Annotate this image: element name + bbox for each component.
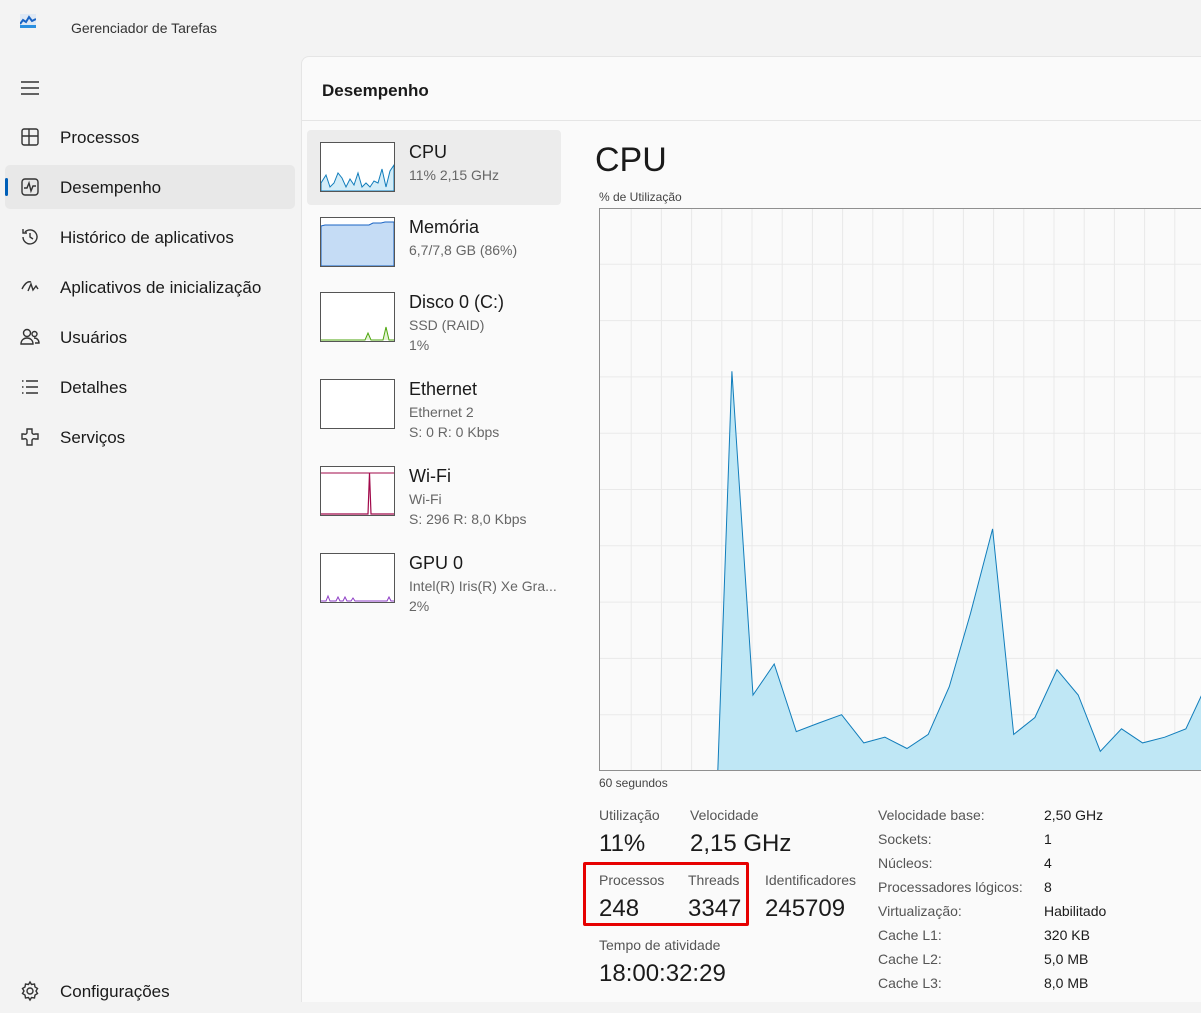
sidebar-item-label: Detalhes <box>60 378 127 398</box>
selection-indicator <box>5 178 8 196</box>
resource-name: Memória <box>409 217 479 238</box>
resource-name: Disco 0 (C:) <box>409 292 504 313</box>
cpu-area-fill <box>599 371 1201 771</box>
wifi-thumbnail-graph <box>320 466 395 516</box>
sidebar: Processos Desempenho Histórico de aplica… <box>0 56 300 1001</box>
cpu-usage-line <box>599 371 1201 771</box>
spec-value: 1 <box>1044 831 1052 847</box>
processes-value: 248 <box>599 895 639 923</box>
main-panel: Desempenho CPU 11% 2,15 GHz Memória 6,7/… <box>301 56 1201 1002</box>
gpu-thumbnail-graph <box>320 553 395 603</box>
spec-label: Cache L1: <box>878 927 942 943</box>
resource-detail: Ethernet 2 <box>409 404 474 420</box>
spec-label: Virtualização: <box>878 903 962 919</box>
spec-label: Sockets: <box>878 831 932 847</box>
app-title: Gerenciador de Tarefas <box>71 20 217 36</box>
resource-detail: 11% 2,15 GHz <box>409 167 499 183</box>
sidebar-item-servicos[interactable]: Serviços <box>5 415 295 459</box>
resource-detail: 6,7/7,8 GB (86%) <box>409 242 517 258</box>
resource-name: Wi-Fi <box>409 466 451 487</box>
sidebar-item-label: Desempenho <box>60 178 161 198</box>
sidebar-item-label: Processos <box>60 128 139 148</box>
utilization-value: 11% <box>599 830 645 858</box>
history-icon <box>19 226 41 248</box>
services-icon <box>19 426 41 448</box>
sidebar-item-label: Serviços <box>60 428 125 448</box>
gear-icon <box>19 980 41 1002</box>
sidebar-item-label: Aplicativos de inicialização <box>60 278 261 298</box>
resource-item-memoria[interactable]: Memória 6,7/7,8 GB (86%) <box>307 205 561 280</box>
resource-item-cpu[interactable]: CPU 11% 2,15 GHz <box>307 130 561 205</box>
spec-value: 4 <box>1044 855 1052 871</box>
uptime-value: 18:00:32:29 <box>599 960 726 988</box>
resource-item-gpu[interactable]: GPU 0 Intel(R) Iris(R) Xe Gra... 2% <box>307 541 561 616</box>
threads-label: Threads <box>688 872 739 888</box>
resource-detail: S: 0 R: 0 Kbps <box>409 424 499 440</box>
memory-thumbnail-graph <box>320 217 395 267</box>
processes-label: Processos <box>599 872 664 888</box>
resource-detail: SSD (RAID) <box>409 317 484 333</box>
spec-value: Habilitado <box>1044 903 1106 919</box>
sidebar-item-label: Configurações <box>60 982 170 1002</box>
resource-item-ethernet[interactable]: Ethernet Ethernet 2 S: 0 R: 0 Kbps <box>307 367 561 442</box>
spec-value: 8 <box>1044 879 1052 895</box>
graph-time-label: 60 segundos <box>599 776 668 790</box>
sidebar-item-inicializacao[interactable]: Aplicativos de inicialização <box>5 265 295 309</box>
users-icon <box>19 326 41 348</box>
threads-value: 3347 <box>688 895 741 923</box>
uptime-label: Tempo de atividade <box>599 937 720 953</box>
performance-icon <box>19 176 41 198</box>
spec-value: 2,50 GHz <box>1044 807 1103 823</box>
spec-label: Velocidade base: <box>878 807 985 823</box>
sidebar-item-label: Histórico de aplicativos <box>60 228 234 248</box>
sidebar-item-configuracoes[interactable]: Configurações <box>5 969 295 1013</box>
resource-name: GPU 0 <box>409 553 463 574</box>
cpu-title: CPU <box>595 141 667 180</box>
spec-label: Núcleos: <box>878 855 932 871</box>
resource-name: Ethernet <box>409 379 477 400</box>
sidebar-item-label: Usuários <box>60 328 127 348</box>
task-manager-icon <box>20 14 36 28</box>
speed-value: 2,15 GHz <box>690 830 791 858</box>
graph-grid <box>599 208 1201 771</box>
sidebar-item-processos[interactable]: Processos <box>5 115 295 159</box>
spec-value: 5,0 MB <box>1044 951 1088 967</box>
cpu-utilization-graph <box>599 208 1201 771</box>
startup-icon <box>19 276 41 298</box>
resource-detail: Intel(R) Iris(R) Xe Gra... <box>409 578 557 594</box>
sidebar-item-desempenho[interactable]: Desempenho <box>5 165 295 209</box>
spec-label: Cache L2: <box>878 951 942 967</box>
disk-thumbnail-graph <box>320 292 395 342</box>
graph-y-label: % de Utilização <box>599 190 682 204</box>
sidebar-item-usuarios[interactable]: Usuários <box>5 315 295 359</box>
resource-detail: S: 296 R: 8,0 Kbps <box>409 511 527 527</box>
processes-icon <box>19 126 41 148</box>
resource-detail: Wi-Fi <box>409 491 442 507</box>
spec-label: Processadores lógicos: <box>878 879 1023 895</box>
handles-value: 245709 <box>765 895 845 923</box>
cpu-thumbnail-graph <box>320 142 395 192</box>
resource-item-disco[interactable]: Disco 0 (C:) SSD (RAID) 1% <box>307 280 561 355</box>
title-bar: Gerenciador de Tarefas <box>0 0 1201 56</box>
handles-label: Identificadores <box>765 872 856 888</box>
ethernet-thumbnail-graph <box>320 379 395 429</box>
sidebar-item-historico[interactable]: Histórico de aplicativos <box>5 215 295 259</box>
resource-name: CPU <box>409 142 447 163</box>
spec-value: 8,0 MB <box>1044 975 1088 991</box>
speed-label: Velocidade <box>690 807 759 823</box>
spec-label: Cache L3: <box>878 975 942 991</box>
hamburger-menu-icon[interactable] <box>20 78 40 98</box>
panel-header: Desempenho <box>302 57 1201 121</box>
page-title: Desempenho <box>322 81 429 101</box>
resource-item-wifi[interactable]: Wi-Fi Wi-Fi S: 296 R: 8,0 Kbps <box>307 454 561 529</box>
resource-detail: 2% <box>409 598 429 614</box>
sidebar-item-detalhes[interactable]: Detalhes <box>5 365 295 409</box>
resource-detail: 1% <box>409 337 429 353</box>
details-icon <box>19 376 41 398</box>
spec-value: 320 KB <box>1044 927 1090 943</box>
utilization-label: Utilização <box>599 807 660 823</box>
